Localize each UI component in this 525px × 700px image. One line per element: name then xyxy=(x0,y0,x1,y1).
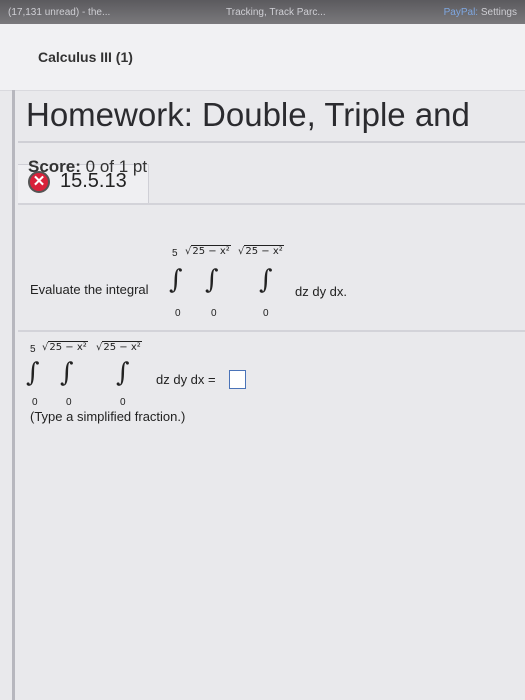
browser-tab-bar: (17,131 unread) - the... Tracking, Track… xyxy=(0,0,525,24)
integral-sign-outer: ∫ xyxy=(169,265,183,295)
paypal-brand: PayPal: xyxy=(443,6,479,18)
paypal-tab-rest: Settings xyxy=(478,6,517,18)
integral-sign-inner: ∫ xyxy=(259,265,273,295)
answer-inner-lower-limit: 0 xyxy=(120,397,126,408)
course-header: Calculus III (1) xyxy=(0,24,525,91)
question-number: 15.5.13 xyxy=(60,170,127,192)
question-divider xyxy=(18,203,525,205)
answer-integral-sign-inner: ∫ xyxy=(116,358,130,388)
answer-hint: (Type a simplified fraction.) xyxy=(30,409,186,424)
page-title: Homework: Double, Triple and xyxy=(26,96,470,133)
answer-middle-upper-limit: √25 − x² xyxy=(42,341,88,353)
answer-outer-lower-limit: 0 xyxy=(32,397,38,408)
answer-middle-lower-limit: 0 xyxy=(66,397,72,408)
outer-lower-limit: 0 xyxy=(175,308,181,319)
inner-upper-radicand: 25 − x² xyxy=(244,245,284,257)
course-title[interactable]: Calculus III (1) xyxy=(38,49,133,65)
answer-input[interactable] xyxy=(229,370,246,389)
browser-tab-paypal[interactable]: PayPal: Settings xyxy=(444,7,517,18)
integral-sign-middle: ∫ xyxy=(205,265,219,295)
answer-divider xyxy=(18,330,525,332)
answer-integral-sign-middle: ∫ xyxy=(60,358,74,388)
title-divider xyxy=(18,141,525,143)
answer-inner-upper-limit: √25 − x² xyxy=(96,341,142,353)
answer-middle-upper-radicand: 25 − x² xyxy=(48,341,88,353)
x-icon: ✕ xyxy=(28,171,50,193)
answer-inner-upper-radicand: 25 − x² xyxy=(102,341,142,353)
outer-upper-limit: 5 xyxy=(172,248,178,259)
question-prompt: Evaluate the integral xyxy=(30,282,149,297)
middle-lower-limit: 0 xyxy=(211,308,217,319)
answer-outer-upper-limit: 5 xyxy=(30,344,36,355)
inner-lower-limit: 0 xyxy=(263,308,269,319)
middle-upper-limit: √25 − x² xyxy=(185,245,231,257)
answer-integrand-text: dz dy dx = xyxy=(156,372,216,387)
middle-upper-radicand: 25 − x² xyxy=(191,245,231,257)
browser-tab-tracking[interactable]: Tracking, Track Parc... xyxy=(226,7,366,18)
browser-tab-mail[interactable]: (17,131 unread) - the... xyxy=(8,7,158,18)
integrand-text: dz dy dx. xyxy=(295,284,348,299)
left-rule xyxy=(12,90,15,700)
answer-integral-sign-outer: ∫ xyxy=(26,358,40,388)
inner-upper-limit: √25 − x² xyxy=(238,245,284,257)
